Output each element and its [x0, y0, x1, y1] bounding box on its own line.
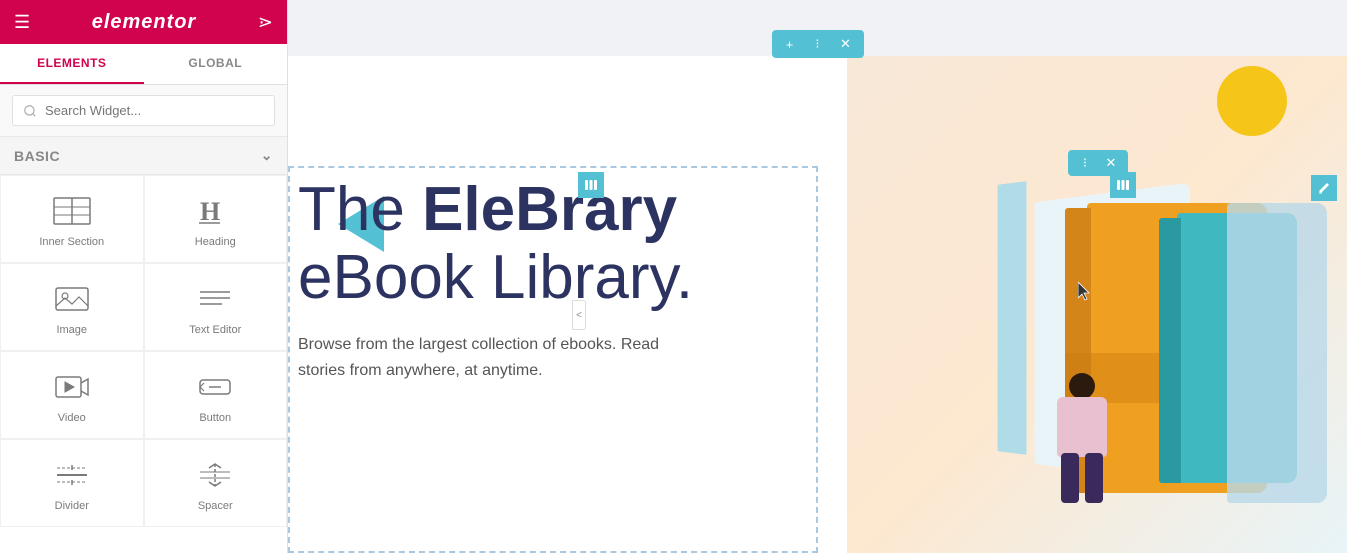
basic-section-label: BASIC — [14, 148, 60, 164]
tab-global[interactable]: GLOBAL — [144, 44, 288, 84]
section-close-btn[interactable]: ✕ — [836, 34, 856, 54]
section-move-btn[interactable]: ⁝ — [808, 34, 828, 54]
sub-text: Browse from the largest collection of eb… — [288, 332, 708, 383]
column-handle-left[interactable] — [578, 172, 604, 198]
top-bar: ☰ elementor ⋗ — [0, 0, 287, 44]
widget-text-editor[interactable]: Text Editor — [144, 263, 288, 351]
inner-move-btn[interactable]: ⁝ — [1075, 153, 1095, 173]
widget-button[interactable]: Button — [144, 351, 288, 439]
divider-icon — [52, 458, 92, 492]
text-editor-icon — [195, 282, 235, 316]
left-panel: ☰ elementor ⋗ ELEMENTS GLOBAL BASIC ⌄ — [0, 0, 288, 553]
inner-section-label: Inner Section — [39, 236, 104, 248]
grid-icon[interactable]: ⋗ — [258, 12, 273, 33]
image-icon — [52, 282, 92, 316]
button-label: Button — [199, 412, 231, 424]
widget-grid: Inner Section H Heading Image — [0, 175, 287, 527]
cursor — [1078, 282, 1092, 302]
main-heading: The EleBrary eBook Library. — [288, 176, 828, 312]
spacer-label: Spacer — [198, 500, 233, 512]
heading-area: The EleBrary eBook Library. Browse from … — [288, 176, 828, 384]
column-handle-right[interactable] — [1110, 172, 1136, 198]
section-add-btn[interactable]: + — [780, 34, 800, 54]
spacer-icon — [195, 458, 235, 492]
text-editor-label: Text Editor — [189, 324, 241, 336]
video-icon — [52, 370, 92, 404]
yellow-circle-decoration — [1217, 66, 1287, 136]
search-wrapper — [0, 85, 287, 137]
widget-inner-section[interactable]: Inner Section — [0, 175, 144, 263]
svg-text:H: H — [200, 197, 220, 226]
video-label: Video — [58, 412, 86, 424]
books-illustration — [847, 56, 1347, 553]
panel-tabs: ELEMENTS GLOBAL — [0, 44, 287, 85]
heading-icon: H — [195, 194, 235, 228]
heading-brand: EleBrary — [422, 175, 677, 244]
widget-divider[interactable]: Divider — [0, 439, 144, 527]
edit-handle[interactable] — [1311, 175, 1337, 201]
widget-video[interactable]: Video — [0, 351, 144, 439]
canvas-area: The EleBrary eBook Library. Browse from … — [288, 0, 1347, 553]
elementor-logo: elementor — [92, 11, 197, 34]
heading-text-the: The — [298, 175, 422, 244]
heading-line2: eBook Library. — [298, 243, 693, 312]
image-label: Image — [56, 324, 87, 336]
section-toolbar: + ⁝ ✕ — [772, 30, 864, 58]
tab-elements[interactable]: ELEMENTS — [0, 44, 144, 84]
inner-section-icon — [52, 194, 92, 228]
widget-spacer[interactable]: Spacer — [144, 439, 288, 527]
panel-expand-arrow[interactable]: < — [572, 300, 586, 330]
button-icon — [195, 370, 235, 404]
canvas-content: The EleBrary eBook Library. Browse from … — [288, 56, 1347, 553]
hamburger-icon[interactable]: ☰ — [14, 12, 30, 33]
heading-label: Heading — [195, 236, 236, 248]
inner-close-btn[interactable]: ✕ — [1101, 153, 1121, 173]
widget-heading[interactable]: H Heading — [144, 175, 288, 263]
basic-section-header[interactable]: BASIC ⌄ — [0, 137, 287, 175]
collapse-icon: ⌄ — [261, 147, 273, 164]
divider-label: Divider — [55, 500, 89, 512]
search-input[interactable] — [12, 95, 275, 126]
widget-image[interactable]: Image — [0, 263, 144, 351]
